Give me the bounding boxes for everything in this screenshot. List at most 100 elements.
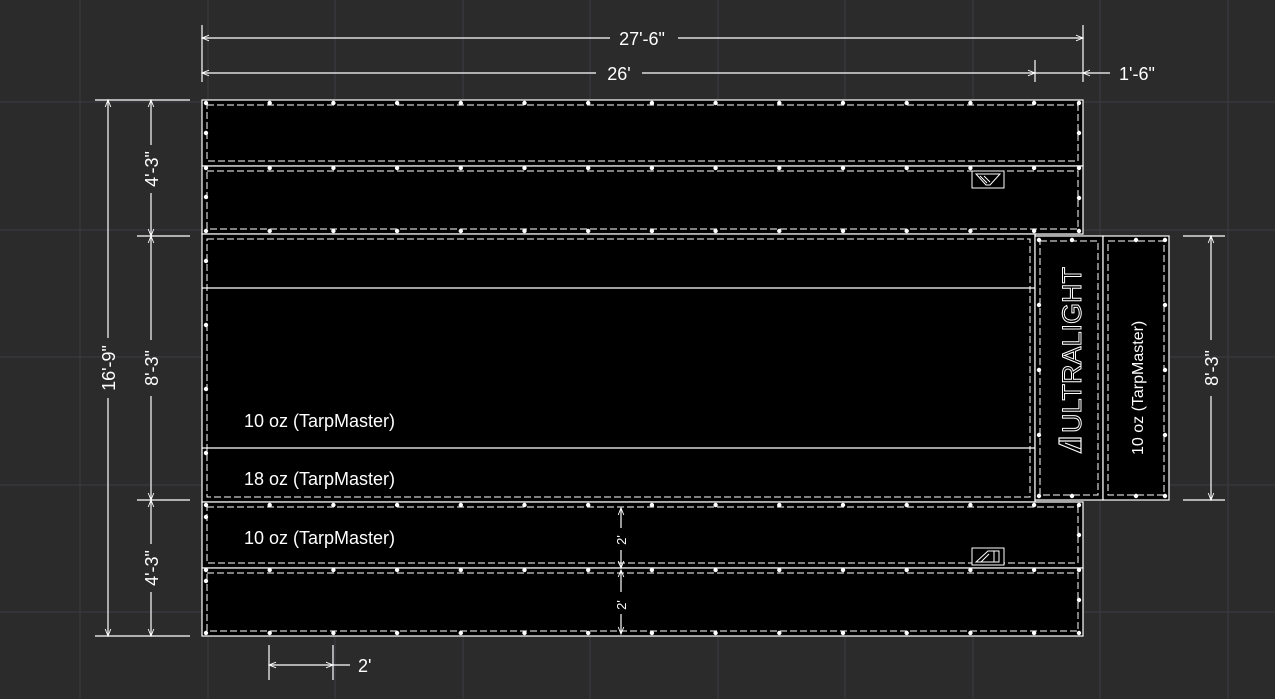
grommet: [1076, 165, 1082, 171]
grommet: [1162, 493, 1168, 499]
grommet: [267, 228, 272, 234]
grommet: [713, 502, 718, 508]
grommet: [1076, 502, 1082, 508]
grommet: [777, 228, 782, 234]
grommet: [840, 567, 846, 573]
grommet: [904, 100, 909, 106]
grommet: [267, 502, 272, 508]
grommet: [331, 228, 336, 234]
grommet: [1162, 367, 1168, 373]
grommet: [586, 228, 591, 234]
grommet: [840, 228, 846, 234]
grommet: [394, 567, 400, 573]
grommet: [1076, 567, 1082, 573]
dimension-main-width: 26': [200, 60, 1037, 84]
grommet: [1031, 502, 1037, 508]
flap-height-label: 8'-3": [1202, 350, 1222, 386]
grommet: [331, 567, 336, 573]
dimension-flap-width: 1'-6": [1035, 64, 1155, 84]
main-tarp: [201, 99, 1084, 637]
flap-width-label: 1'-6": [1119, 64, 1155, 84]
dimension-top-section: 4'-3": [137, 98, 190, 238]
grommet: [968, 100, 973, 106]
grommet: [203, 100, 209, 106]
grommet: [203, 578, 209, 584]
grommet: [649, 502, 655, 508]
grommet: [267, 567, 272, 573]
grommet: [1076, 100, 1082, 106]
dimension-middle-section: 8'-3": [137, 234, 190, 502]
grommet: [203, 194, 209, 200]
grommet: [394, 630, 400, 636]
grommet: [968, 630, 973, 636]
label-bottom-panel: 10 oz (TarpMaster): [244, 528, 395, 548]
dimension-bottom-section: 4'-3": [142, 498, 162, 638]
grommet: [586, 630, 591, 636]
grommet: [713, 630, 718, 636]
side-flap: [1034, 235, 1170, 501]
grommet: [203, 567, 209, 573]
logo-badge-top-icon: [971, 170, 1005, 189]
grommet: [394, 100, 400, 106]
tarp-panel-top-1: [201, 99, 1084, 167]
grommet: [968, 165, 973, 171]
grommet: [649, 567, 655, 573]
grommet: [1076, 228, 1082, 234]
grommet: [713, 567, 718, 573]
middle-section-label: 8'-3": [142, 350, 162, 386]
grommet: [586, 100, 591, 106]
grommet: [1133, 493, 1139, 499]
grommet: [267, 630, 272, 636]
grommet: [1031, 165, 1037, 171]
grommet: [1076, 195, 1082, 201]
grommet: [586, 567, 591, 573]
grommet: [649, 100, 655, 106]
bottom-section-label: 4'-3": [142, 550, 162, 586]
grommet-spacing-label: 2': [358, 656, 371, 676]
grommet: [394, 228, 400, 234]
grommet: [203, 514, 209, 520]
tarp-layout-drawing: 10 oz (TarpMaster) 18 oz (TarpMaster) 10…: [0, 0, 1275, 699]
grommet: [203, 258, 209, 264]
grommet: [331, 100, 336, 106]
grommet: [203, 386, 209, 392]
grommet: [1133, 237, 1139, 243]
grommet: [840, 502, 846, 508]
grommet: [840, 630, 846, 636]
grommet: [1036, 493, 1042, 499]
grommet: [1036, 432, 1042, 438]
overall-width-label: 27'-6": [619, 29, 665, 49]
grommet: [267, 165, 272, 171]
grommet: [1076, 532, 1082, 538]
grommet: [203, 502, 209, 508]
grommet: [968, 228, 973, 234]
grommet: [458, 567, 463, 573]
grommet: [1076, 597, 1082, 603]
tarp-panel-middle: [201, 233, 1036, 503]
grommet: [1031, 228, 1037, 234]
logo-badge-bottom-icon: [971, 547, 1005, 566]
label-middle-strip: 18 oz (TarpMaster): [244, 469, 395, 489]
grommet: [1031, 100, 1037, 106]
label-middle-panel: 10 oz (TarpMaster): [244, 411, 395, 431]
brand-text: ULTRALIGHT: [1057, 267, 1087, 433]
grommet: [904, 165, 909, 171]
overall-height-label: 16'-9": [99, 345, 119, 391]
panel-height-upper-label: 2': [614, 535, 629, 545]
grommet: [458, 502, 463, 508]
grommet: [1036, 237, 1042, 243]
grommet: [968, 567, 973, 573]
main-width-label: 26': [607, 64, 630, 84]
grommet: [1162, 237, 1168, 243]
top-section-label: 4'-3": [142, 151, 162, 187]
grommet: [904, 228, 909, 234]
grommet: [458, 228, 463, 234]
grommet: [1076, 130, 1082, 136]
grommet: [1076, 630, 1082, 636]
tarp-panel-bottom-2: [201, 567, 1084, 637]
grommet: [777, 630, 782, 636]
grommet: [331, 165, 336, 171]
grommet: [331, 502, 336, 508]
grommet: [586, 502, 591, 508]
grommet: [331, 630, 336, 636]
